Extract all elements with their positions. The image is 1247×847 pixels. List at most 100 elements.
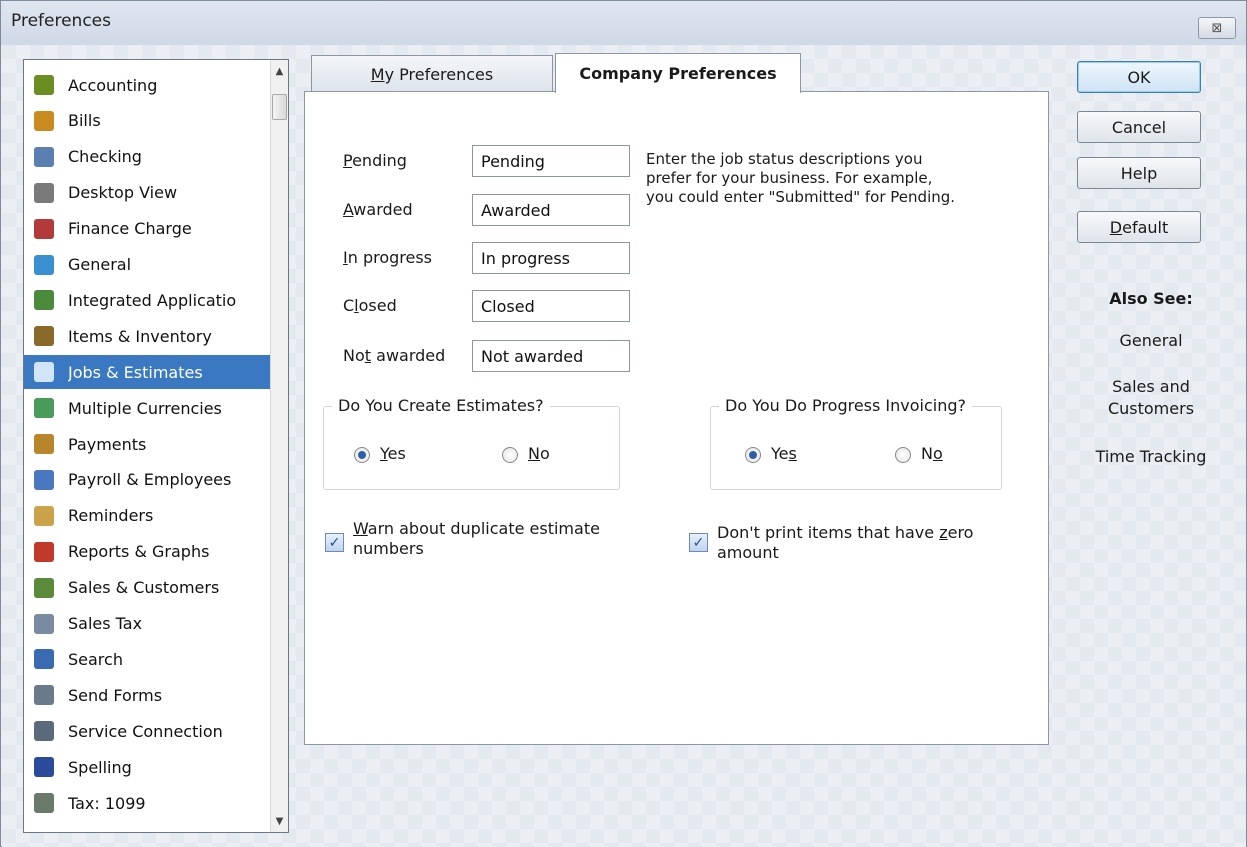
also-see-sales-customers-link[interactable]: Sales and Customers xyxy=(1077,376,1225,420)
finance-charge-icon xyxy=(34,218,54,239)
sidebar-item-reminders[interactable]: Reminders xyxy=(24,499,272,533)
sidebar-item-general[interactable]: General xyxy=(24,248,272,282)
title-bar[interactable]: Preferences ⊠ xyxy=(1,1,1246,45)
sidebar-item-label: Bills xyxy=(68,111,101,131)
progress-yes-label[interactable]: Yes xyxy=(771,444,797,463)
create-estimates-legend: Do You Create Estimates? xyxy=(332,396,550,415)
sidebar-item-payments[interactable]: Payments xyxy=(24,427,272,461)
sidebar-item-label: Payments xyxy=(68,434,147,454)
service-connection-icon xyxy=(34,721,54,742)
cancel-button[interactable]: Cancel xyxy=(1077,111,1201,143)
status-input-1[interactable] xyxy=(472,194,630,226)
window-title: Preferences xyxy=(11,11,111,31)
dont-print-zero-checkbox[interactable]: ✓ xyxy=(689,533,708,552)
tax-1099-icon xyxy=(34,793,54,813)
sidebar-item-label: Sales Tax xyxy=(68,614,143,633)
sidebar-item-send-forms[interactable]: Send Forms xyxy=(24,678,272,712)
estimates-no-label[interactable]: No xyxy=(528,444,550,463)
sidebar-item-finance-charge[interactable]: Finance Charge xyxy=(24,212,272,246)
payroll-employees-icon xyxy=(34,469,54,490)
sidebar-item-label: Tax: 1099 xyxy=(68,793,146,813)
scroll-up-icon[interactable]: ▲ xyxy=(271,62,288,80)
sidebar-item-label: Desktop View xyxy=(68,183,178,203)
also-see-time-tracking-link[interactable]: Time Tracking xyxy=(1077,446,1225,468)
sales-customers-icon xyxy=(34,577,54,598)
sidebar-item-label: Sales & Customers xyxy=(68,578,220,598)
ok-button[interactable]: OK xyxy=(1077,61,1201,93)
close-button[interactable]: ⊠ xyxy=(1198,17,1236,39)
checking-icon xyxy=(34,146,54,167)
sidebar-item-search[interactable]: Search xyxy=(24,642,272,676)
send-forms-icon xyxy=(34,685,54,706)
status-label-4: Not awarded xyxy=(343,346,446,365)
progress-no-radio[interactable] xyxy=(895,447,911,463)
estimates-yes-radio[interactable] xyxy=(354,447,370,463)
scroll-thumb[interactable] xyxy=(272,94,287,120)
default-button[interactable]: Default xyxy=(1077,211,1201,243)
help-button[interactable]: Help xyxy=(1077,157,1201,189)
estimates-no-radio[interactable] xyxy=(502,447,518,463)
status-label-3: Closed xyxy=(343,296,397,315)
status-label-0: Pending xyxy=(343,151,407,170)
desktop-view-icon xyxy=(34,182,54,203)
warn-duplicate-label[interactable]: Warn about duplicate estimate numbers xyxy=(353,519,600,559)
scroll-down-icon[interactable]: ▼ xyxy=(271,812,288,830)
sidebar-item-label: Multiple Currencies xyxy=(68,398,222,418)
sidebar-item-bills[interactable]: Bills xyxy=(24,104,272,138)
progress-no-label[interactable]: No xyxy=(921,444,943,463)
bills-icon xyxy=(34,110,54,131)
status-label-1: Awarded xyxy=(343,200,413,219)
create-estimates-group: Do You Create Estimates? Yes No xyxy=(323,396,620,490)
sidebar-item-sales-customers[interactable]: Sales & Customers xyxy=(24,571,272,605)
progress-yes-radio[interactable] xyxy=(745,447,761,463)
tab-company-preferences[interactable]: Company Preferences xyxy=(555,53,801,93)
status-input-4[interactable] xyxy=(472,340,630,372)
company-preferences-panel: Pending Awarded In progress Closed Not award… xyxy=(304,91,1049,745)
estimates-yes-label[interactable]: Yes xyxy=(380,444,406,463)
sidebar-item-jobs-estimates[interactable]: Jobs & Estimates xyxy=(24,355,272,390)
sidebar-item-label: Reports & Graphs xyxy=(68,542,210,562)
preferences-window: Preferences ⊠ Accounting Bills Checking Des… xyxy=(0,0,1247,847)
sidebar-item-label: Finance Charge xyxy=(68,219,192,239)
sidebar-item-label: General xyxy=(68,255,132,274)
tab-company-preferences-label: Company Preferences xyxy=(579,64,777,83)
sidebar-item-payroll-employees[interactable]: Payroll & Employees xyxy=(24,463,272,497)
also-see-title: Also See: xyxy=(1109,289,1193,308)
status-input-3[interactable] xyxy=(472,290,630,322)
general-icon xyxy=(34,254,54,275)
sidebar-item-label: Items & Inventory xyxy=(68,326,212,346)
sidebar-item-multiple-currencies[interactable]: Multiple Currencies xyxy=(24,391,272,425)
sidebar-item-items-inventory[interactable]: Items & Inventory xyxy=(24,319,272,353)
preferences-category-list[interactable]: Accounting Bills Checking Desktop View Finan… xyxy=(23,59,289,833)
sidebar-item-label: Spelling xyxy=(68,757,132,777)
sales-tax-icon xyxy=(34,613,54,634)
sidebar-item-tax-1099[interactable]: Tax: 1099 xyxy=(24,786,272,820)
progress-invoicing-legend: Do You Do Progress Invoicing? xyxy=(719,396,973,415)
sidebar-item-sales-tax[interactable]: Sales Tax xyxy=(24,607,272,641)
dont-print-zero-label[interactable]: Don't print items that have zero amount xyxy=(717,523,973,563)
sidebar-item-label: Reminders xyxy=(68,506,154,526)
progress-invoicing-group: Do You Do Progress Invoicing? Yes No xyxy=(710,396,1002,490)
also-see-general-link[interactable]: General xyxy=(1077,330,1225,352)
search-icon xyxy=(34,649,54,670)
sidebar-item-label: Jobs & Estimates xyxy=(68,362,203,382)
category-scrollbar[interactable]: ▲ ▼ xyxy=(270,60,288,832)
sidebar-item-integrated-applicatio[interactable]: Integrated Applicatio xyxy=(24,283,272,317)
sidebar-item-desktop-view[interactable]: Desktop View xyxy=(24,176,272,210)
sidebar-item-service-connection[interactable]: Service Connection xyxy=(24,714,272,748)
sidebar-item-label: Send Forms xyxy=(68,685,163,705)
sidebar-item-label: Service Connection xyxy=(68,721,223,741)
status-input-2[interactable] xyxy=(472,242,630,274)
status-input-0[interactable] xyxy=(472,145,630,177)
sidebar-item-label: Search xyxy=(68,649,123,669)
sidebar-item-reports-graphs[interactable]: Reports & Graphs xyxy=(24,535,272,569)
sidebar-item-label: Accounting xyxy=(68,75,158,95)
sidebar-item-label: Integrated Applicatio xyxy=(68,290,237,310)
tab-my-preferences[interactable]: My Preferences xyxy=(311,55,553,93)
warn-duplicate-checkbox[interactable]: ✓ xyxy=(325,533,344,552)
sidebar-item-checking[interactable]: Checking xyxy=(24,140,272,174)
jobs-estimates-icon xyxy=(34,362,54,383)
sidebar-item-accounting[interactable]: Accounting xyxy=(24,68,272,102)
close-icon: ⊠ xyxy=(1211,20,1223,36)
sidebar-item-spelling[interactable]: Spelling xyxy=(24,750,272,784)
